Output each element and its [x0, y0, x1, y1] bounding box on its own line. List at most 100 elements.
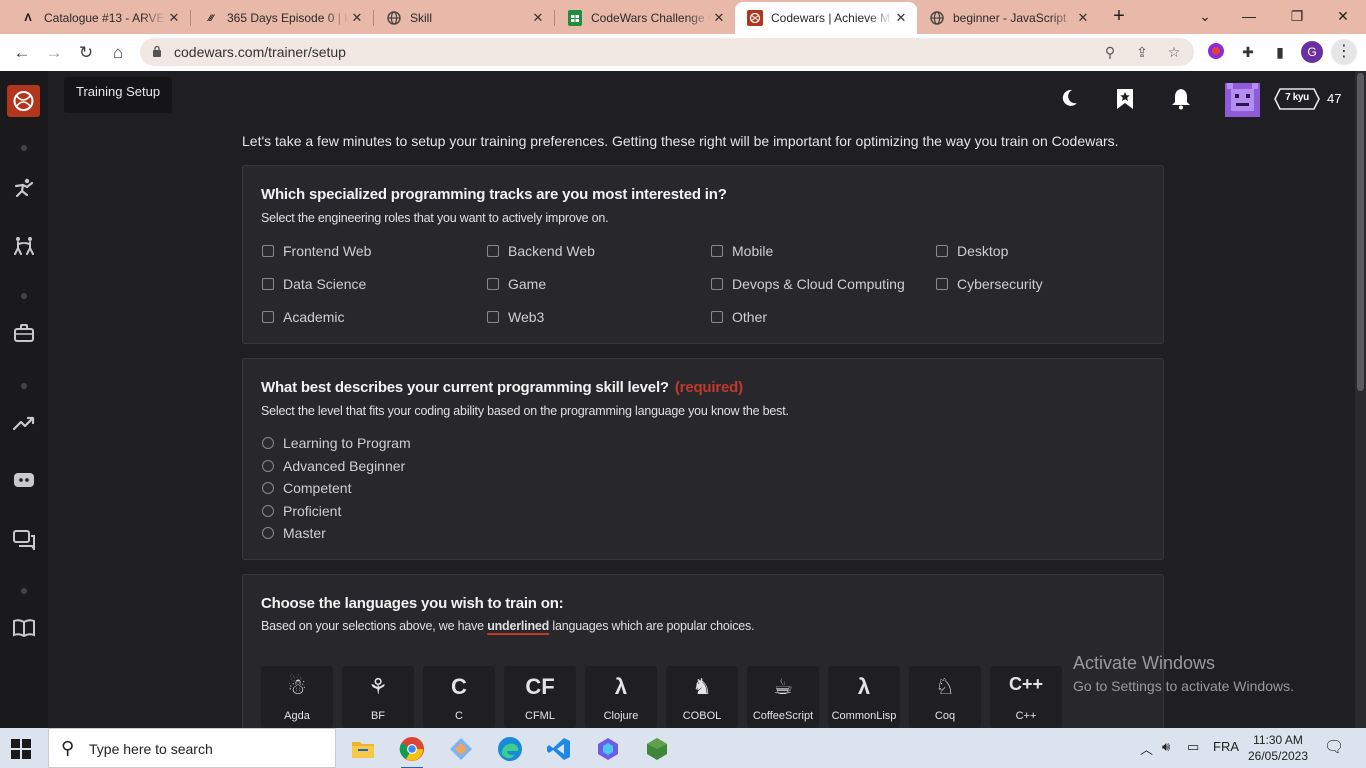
network-icon[interactable]: ▭: [1187, 739, 1199, 755]
rank-badge[interactable]: 7 kyu: [1274, 88, 1320, 110]
new-tab-button[interactable]: +: [1108, 6, 1130, 28]
language-cobol[interactable]: ♞ COBOL: [666, 666, 738, 728]
browser-tab[interactable]: Skill ✕: [374, 2, 554, 34]
language-coffeescript[interactable]: ☕ CoffeeScript: [747, 666, 819, 728]
leaderboard-trend-icon[interactable]: [12, 414, 36, 438]
track-other[interactable]: Other: [711, 308, 767, 326]
language-clojure[interactable]: λ Clojure: [585, 666, 657, 728]
notifications-bell-icon[interactable]: [1168, 88, 1194, 114]
radio-button[interactable]: [262, 437, 274, 449]
checkbox[interactable]: [262, 245, 274, 257]
checkbox[interactable]: [262, 311, 274, 323]
zoom-icon[interactable]: ⚲: [1100, 42, 1120, 62]
browser-tab[interactable]: beginner - JavaScript ✕: [917, 2, 1099, 34]
input-language[interactable]: FRA: [1213, 739, 1239, 754]
vscode-icon[interactable]: [546, 736, 572, 762]
language-coq[interactable]: ♘ Coq: [909, 666, 981, 728]
browser-tab-active[interactable]: Codewars | Achieve M ✕: [735, 2, 917, 34]
checkbox[interactable]: [711, 311, 723, 323]
language-c[interactable]: CC: [423, 666, 495, 728]
track-desktop[interactable]: Desktop: [936, 242, 1008, 260]
taskbar-search-box[interactable]: ⚲ Type here to search: [48, 728, 336, 768]
browser-tab[interactable]: ⁄⁄⁄ 365 Days Episode 0 | k ✕: [191, 2, 373, 34]
browser-menu-icon[interactable]: ⋮: [1331, 39, 1357, 65]
radio-button[interactable]: [262, 482, 274, 494]
chrome-icon[interactable]: [399, 736, 425, 768]
profile-avatar[interactable]: G: [1301, 41, 1323, 63]
extension-icon[interactable]: [1206, 42, 1226, 62]
bookmark-star-icon[interactable]: ☆: [1164, 42, 1184, 62]
restore-window-button[interactable]: ❐: [1282, 4, 1312, 28]
close-tab-icon[interactable]: ✕: [166, 10, 182, 26]
close-tab-icon[interactable]: ✕: [711, 10, 727, 26]
skill-master[interactable]: Master: [262, 524, 326, 542]
skill-advanced-beginner[interactable]: Advanced Beginner: [262, 457, 405, 475]
tab-search-chevron-icon[interactable]: ⌄: [1190, 4, 1220, 28]
track-frontend-web[interactable]: Frontend Web: [262, 242, 371, 260]
language-bf[interactable]: ⚘ BF: [342, 666, 414, 728]
checkbox[interactable]: [487, 278, 499, 290]
discord-icon[interactable]: [12, 472, 36, 496]
radio-button[interactable]: [262, 460, 274, 472]
language-agda[interactable]: ☃ Agda: [261, 666, 333, 728]
page-scrollbar[interactable]: [1355, 71, 1366, 728]
lock-icon[interactable]: [152, 45, 162, 57]
forward-arrow-icon[interactable]: →: [41, 40, 67, 66]
checkbox[interactable]: [262, 278, 274, 290]
track-devops-cloud[interactable]: Devops & Cloud Computing: [711, 275, 905, 293]
home-icon[interactable]: ⌂: [105, 40, 131, 66]
address-bar[interactable]: codewars.com/trainer/setup ⚲ ⇪ ☆: [140, 38, 1194, 66]
docs-book-icon[interactable]: [12, 619, 36, 643]
notifications-center-icon[interactable]: 🗨︎: [1324, 737, 1344, 757]
copilot-icon[interactable]: [595, 736, 621, 762]
close-tab-icon[interactable]: ✕: [893, 10, 909, 26]
language-cpp[interactable]: C++ C++: [990, 666, 1062, 728]
file-explorer-icon[interactable]: [350, 736, 376, 762]
radio-button[interactable]: [262, 527, 274, 539]
language-commonlisp[interactable]: λ CommonLisp: [828, 666, 900, 728]
bookmark-icon[interactable]: [1112, 88, 1138, 114]
radio-button[interactable]: [262, 505, 274, 517]
track-mobile[interactable]: Mobile: [711, 242, 773, 260]
track-web3[interactable]: Web3: [487, 308, 544, 326]
training-kick-icon[interactable]: [12, 177, 36, 201]
checkbox[interactable]: [487, 311, 499, 323]
ai-assistant-icon[interactable]: [448, 736, 474, 762]
puzzle-extensions-icon[interactable]: ✚: [1238, 42, 1258, 62]
skill-competent[interactable]: Competent: [262, 479, 351, 497]
briefcase-icon[interactable]: [12, 324, 36, 348]
checkbox[interactable]: [711, 245, 723, 257]
taskbar-clock[interactable]: 11:30 AM 26/05/2023: [1244, 732, 1312, 764]
show-hidden-icons-chevron-icon[interactable]: ︿: [1140, 739, 1153, 758]
user-avatar[interactable]: [1225, 83, 1260, 117]
browser-tab[interactable]: Λ Catalogue #13 - ARVE ✕: [8, 2, 190, 34]
close-tab-icon[interactable]: ✕: [1075, 10, 1091, 26]
dojo-fighters-icon[interactable]: [12, 235, 36, 259]
track-academic[interactable]: Academic: [262, 308, 344, 326]
checkbox[interactable]: [711, 278, 723, 290]
codewars-logo-icon[interactable]: [7, 85, 40, 117]
language-cfml[interactable]: CF CFML: [504, 666, 576, 728]
reload-icon[interactable]: ↻: [73, 40, 99, 66]
side-panel-icon[interactable]: ▮: [1270, 42, 1290, 62]
back-arrow-icon[interactable]: ←: [9, 40, 35, 66]
track-backend-web[interactable]: Backend Web: [487, 242, 595, 260]
track-data-science[interactable]: Data Science: [262, 275, 366, 293]
skill-learning-to-program[interactable]: Learning to Program: [262, 434, 411, 452]
skill-proficient[interactable]: Proficient: [262, 502, 341, 520]
checkbox[interactable]: [936, 278, 948, 290]
track-game[interactable]: Game: [487, 275, 546, 293]
windows-start-icon[interactable]: [10, 738, 32, 760]
edge-icon[interactable]: [497, 736, 523, 762]
url-text[interactable]: codewars.com/trainer/setup: [174, 44, 346, 60]
dark-mode-moon-icon[interactable]: [1056, 88, 1082, 114]
nodejs-icon[interactable]: [644, 736, 670, 762]
scrollbar-thumb[interactable]: [1357, 73, 1364, 391]
close-tab-icon[interactable]: ✕: [530, 10, 546, 26]
volume-icon[interactable]: 🔊︎: [1162, 739, 1170, 755]
close-window-button[interactable]: ✕: [1328, 4, 1358, 28]
track-cybersecurity[interactable]: Cybersecurity: [936, 275, 1043, 293]
close-tab-icon[interactable]: ✕: [349, 10, 365, 26]
share-icon[interactable]: ⇪: [1132, 42, 1152, 62]
minimize-window-button[interactable]: —: [1234, 4, 1264, 28]
